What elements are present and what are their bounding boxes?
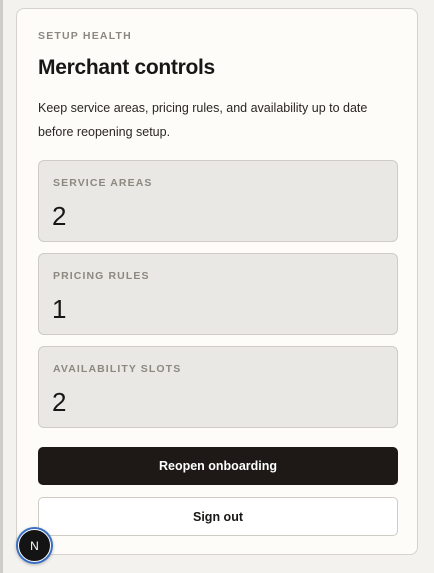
background-window-edge [0, 0, 3, 573]
sign-out-button[interactable]: Sign out [38, 497, 398, 536]
nextjs-logo-icon: N [18, 529, 51, 562]
stat-value: 2 [52, 387, 67, 417]
stat-label: PRICING RULES [53, 270, 150, 282]
stat-availability-slots: AVAILABILITY SLOTS 2 [38, 346, 398, 428]
stat-value: 2 [52, 201, 67, 231]
stat-label: SERVICE AREAS [53, 177, 153, 189]
reopen-onboarding-button[interactable]: Reopen onboarding [38, 447, 398, 485]
stat-value: 1 [52, 294, 67, 324]
stat-label: AVAILABILITY SLOTS [53, 363, 182, 375]
nextjs-dev-badge[interactable]: N [16, 527, 53, 564]
section-eyebrow: SETUP HEALTH [38, 30, 132, 42]
setup-health-card: SETUP HEALTH Merchant controls Keep serv… [16, 8, 418, 555]
stat-service-areas: SERVICE AREAS 2 [38, 160, 398, 242]
stat-pricing-rules: PRICING RULES 1 [38, 253, 398, 335]
page-title: Merchant controls [38, 56, 215, 79]
card-description: Keep service areas, pricing rules, and a… [38, 101, 368, 139]
